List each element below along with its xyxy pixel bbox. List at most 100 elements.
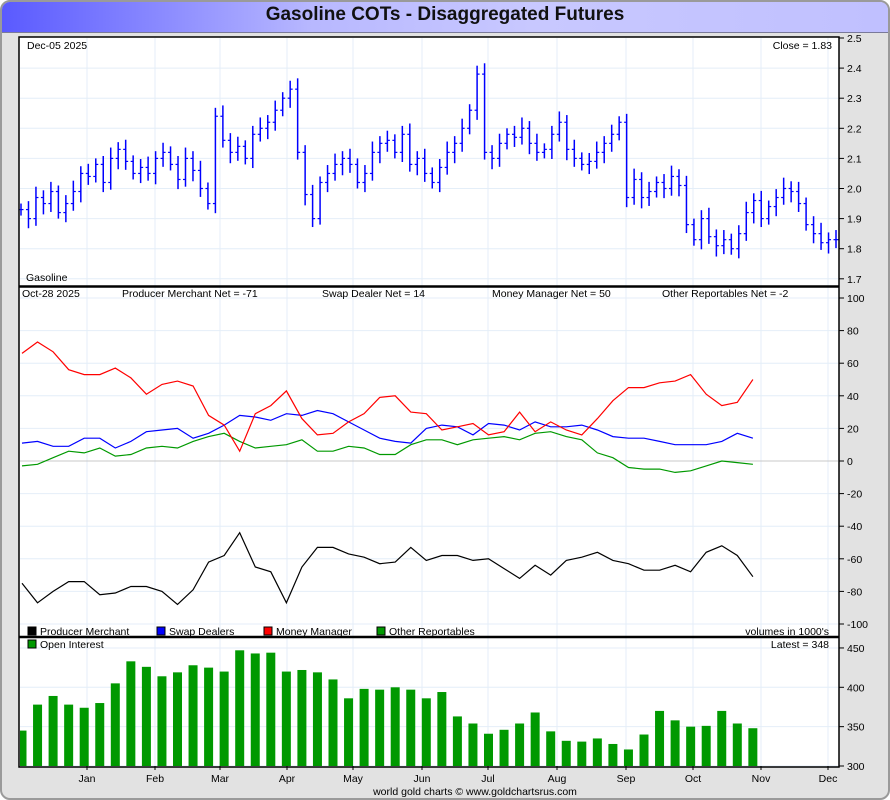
x-tick-label: Dec [819, 773, 838, 785]
open-interest-bar [250, 653, 260, 766]
cot-y-tick-label: 80 [847, 326, 859, 338]
open-interest-bar [390, 687, 400, 766]
swap-net-label: Swap Dealer Net = 14 [322, 288, 425, 300]
open-interest-bar [592, 738, 602, 766]
price-y-tick-label: 2.4 [847, 63, 862, 75]
open-interest-bar [64, 704, 74, 766]
legend-swatch-open-interest [27, 639, 37, 649]
cot-date-label: Oct-28 2025 [22, 288, 80, 300]
x-tick-label: Oct [685, 773, 701, 785]
legend-money: Money Manager [276, 626, 352, 638]
x-tick-label: Mar [211, 773, 230, 785]
chart-canvas: Dec-05 2025 Close = 1.83 Gasoline Oct-28… [18, 33, 868, 798]
oi-y-tick-label: 400 [847, 682, 865, 694]
open-interest-bar [344, 698, 354, 766]
open-interest-bar [468, 723, 478, 766]
volume-note: volumes in 1000's [745, 626, 829, 638]
open-interest-bar [515, 723, 525, 766]
open-interest-bar [359, 688, 369, 766]
open-interest-bar [110, 683, 120, 766]
open-interest-bar [312, 672, 322, 766]
open-interest-bar [126, 661, 136, 766]
open-interest-bar [452, 716, 462, 766]
legend-producer: Producer Merchant [40, 626, 129, 638]
legend-swatch-money [263, 626, 273, 636]
open-interest-bar [546, 731, 556, 766]
open-interest-bar [157, 676, 167, 766]
cot-y-tick-label: -80 [847, 586, 862, 598]
x-tick-label: Jun [414, 773, 431, 785]
open-interest-bar [266, 652, 276, 766]
legend-swatch-other [376, 626, 386, 636]
open-interest-bar [141, 666, 151, 766]
open-interest-bar [561, 740, 571, 766]
x-tick-label: May [343, 773, 364, 785]
price-y-tick-label: 2.0 [847, 184, 862, 196]
x-tick-label: Apr [279, 773, 296, 785]
price-y-tick-label: 1.9 [847, 214, 862, 226]
price-y-tick-label: 2.2 [847, 123, 862, 135]
cot-y-tick-label: 20 [847, 423, 859, 435]
cot-y-tick-label: -100 [847, 619, 868, 631]
price-y-tick-label: 2.5 [847, 33, 862, 45]
open-interest-bar [639, 734, 649, 766]
open-interest-bar [281, 671, 291, 766]
oi-y-tick-label: 350 [847, 722, 865, 734]
cot-y-tick-label: -40 [847, 521, 862, 533]
open-interest-bar [20, 730, 27, 766]
cot-y-tick-label: 40 [847, 391, 859, 403]
price-y-tick-label: 1.7 [847, 274, 862, 286]
price-date-label: Dec-05 2025 [27, 40, 87, 52]
open-interest-bar [204, 667, 214, 766]
open-interest-bar [623, 749, 633, 766]
open-interest-bar [406, 689, 416, 766]
open-interest-bar [79, 707, 89, 766]
legend-other: Other Reportables [389, 626, 475, 638]
oi-y-tick-label: 300 [847, 761, 865, 773]
price-y-tick-label: 1.8 [847, 244, 862, 256]
open-interest-bar [95, 703, 105, 766]
x-tick-label: Nov [752, 773, 771, 785]
price-y-tick-label: 2.1 [847, 153, 862, 165]
open-interest-bar [701, 725, 711, 766]
money-net-label: Money Manager Net = 50 [492, 288, 611, 300]
legend-swatch-producer [27, 626, 37, 636]
open-interest-bar [499, 729, 509, 766]
open-interest-bar [732, 723, 742, 766]
open-interest-bar [328, 679, 338, 766]
price-y-tick-label: 2.3 [847, 93, 862, 105]
open-interest-bar [173, 672, 182, 766]
open-interest-bar [748, 728, 758, 766]
open-interest-bar [437, 692, 447, 766]
cot-y-tick-label: 60 [847, 358, 859, 370]
oi-y-tick-label: 450 [847, 643, 865, 655]
open-interest-bar [48, 695, 58, 766]
x-tick-label: Feb [146, 773, 164, 785]
other-net-label: Other Reportables Net = -2 [662, 288, 789, 300]
open-interest-bar [670, 720, 680, 766]
open-interest-bar [655, 710, 665, 766]
close-label: Close = 1.83 [773, 40, 832, 52]
cot-y-tick-label: -20 [847, 489, 862, 501]
legend-swatch-swap [156, 626, 166, 636]
open-interest-label: Open Interest [40, 639, 104, 651]
open-interest-bar [717, 710, 727, 766]
open-interest-bar [686, 726, 696, 766]
cot-y-tick-label: 100 [847, 293, 865, 305]
x-tick-label: Jul [481, 773, 494, 785]
open-interest-bar [219, 671, 229, 766]
open-interest-bar [235, 650, 245, 766]
open-interest-bar [188, 665, 198, 766]
open-interest-bar [33, 704, 43, 766]
open-interest-bar [375, 689, 385, 766]
latest-label: Latest = 348 [771, 639, 829, 651]
open-interest-bar [421, 698, 431, 766]
x-tick-label: Sep [617, 773, 636, 785]
footer-credit: world gold charts © www.goldchartsrus.co… [372, 786, 577, 798]
open-interest-bar [484, 733, 493, 766]
open-interest-bar [530, 712, 540, 766]
producer-net-label: Producer Merchant Net = -71 [122, 288, 258, 300]
x-tick-label: Aug [548, 773, 567, 785]
cot-y-tick-label: 0 [847, 456, 853, 468]
open-interest-bar [608, 743, 618, 766]
